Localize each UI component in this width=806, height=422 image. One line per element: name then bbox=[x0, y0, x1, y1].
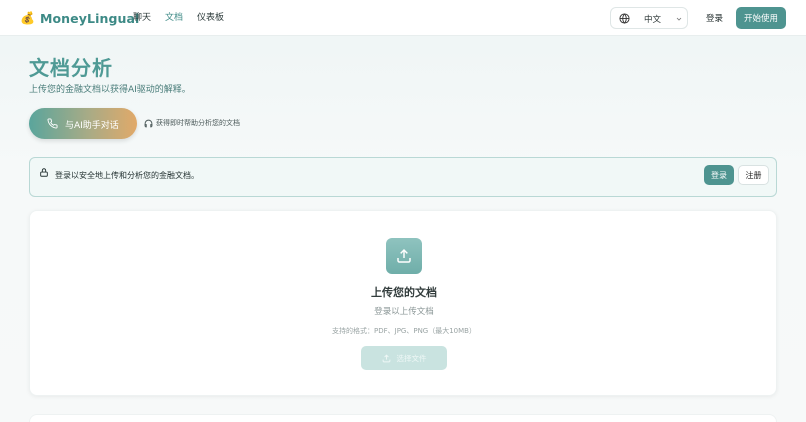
upload-icon bbox=[397, 248, 411, 263]
language-select[interactable]: 中文 bbox=[610, 7, 688, 29]
help-text: 获得即时帮助分析您的文档 bbox=[156, 119, 240, 127]
login-link[interactable]: 登录 bbox=[706, 12, 723, 24]
notice-register-button[interactable]: 注册 bbox=[738, 165, 769, 185]
upload-icon-tile bbox=[386, 238, 422, 274]
chat-with-ai-button[interactable]: 与AI助手对话 bbox=[29, 108, 137, 139]
supported-formats: 支持的格式：PDF、JPG、PNG（最大10MB） bbox=[332, 327, 476, 335]
login-notice: 登录以安全地上传和分析您的金融文档。 登录 注册 bbox=[29, 157, 777, 197]
get-started-button[interactable]: 开始使用 bbox=[736, 7, 786, 29]
language-value: 中文 bbox=[644, 15, 662, 25]
headphones-icon bbox=[144, 119, 153, 127]
help-hint: 获得即时帮助分析您的文档 bbox=[144, 118, 240, 128]
upload-small-icon bbox=[382, 353, 390, 362]
secondary-card bbox=[29, 414, 777, 422]
page-subtitle: 上传您的金融文档以获得AI驱动的解释。 bbox=[29, 85, 191, 95]
navbar: 💰 MoneyLingual 聊天 文档 仪表板 中文 登录 开始使用 bbox=[0, 0, 806, 36]
money-bag-icon: 💰 bbox=[20, 11, 35, 25]
upload-card: 上传您的文档 登录以上传文档 支持的格式：PDF、JPG、PNG（最大10MB）… bbox=[29, 210, 777, 396]
phone-icon bbox=[47, 118, 58, 129]
chat-with-ai-label: 与AI助手对话 bbox=[65, 121, 119, 131]
chevron-down-icon bbox=[676, 17, 682, 21]
brand-logo[interactable]: 💰 MoneyLingual bbox=[20, 9, 139, 27]
globe-icon bbox=[619, 13, 630, 24]
nav-link-documents[interactable]: 文档 bbox=[165, 12, 183, 24]
brand-name: MoneyLingual bbox=[39, 10, 140, 26]
lock-icon bbox=[40, 168, 48, 177]
nav-link-chat[interactable]: 聊天 bbox=[133, 12, 151, 24]
notice-text: 登录以安全地上传和分析您的金融文档。 bbox=[55, 171, 199, 180]
notice-login-button[interactable]: 登录 bbox=[704, 165, 734, 185]
choose-file-button[interactable]: 选择文件 bbox=[361, 346, 447, 370]
choose-file-label: 选择文件 bbox=[396, 353, 427, 363]
page-title: 文档分析 bbox=[29, 56, 113, 80]
upload-subtitle: 登录以上传文档 bbox=[374, 307, 434, 317]
nav-link-dashboard[interactable]: 仪表板 bbox=[197, 12, 224, 24]
upload-title: 上传您的文档 bbox=[371, 286, 437, 299]
nav-links: 聊天 文档 仪表板 bbox=[133, 12, 224, 24]
